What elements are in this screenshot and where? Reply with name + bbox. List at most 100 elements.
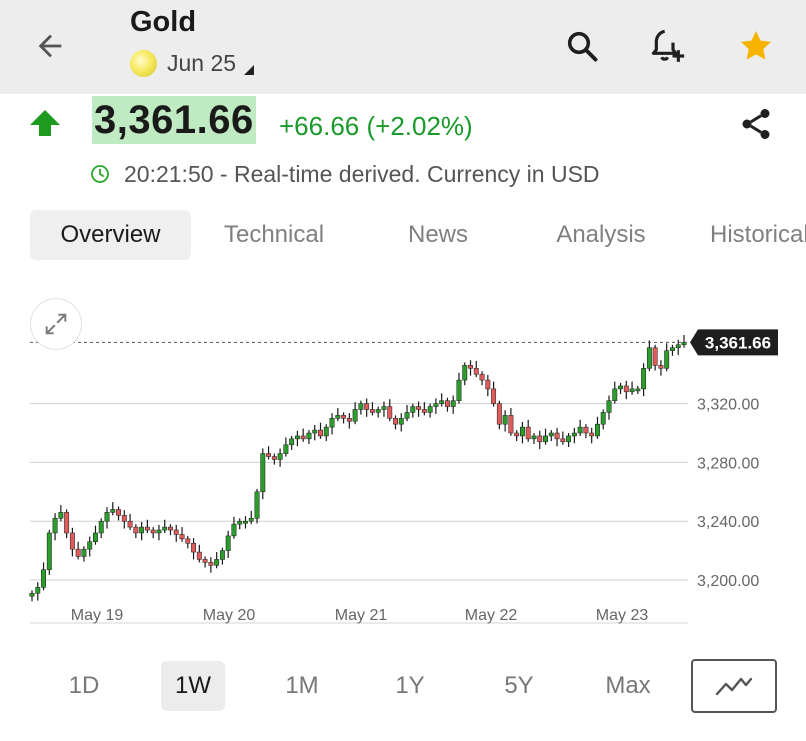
x-tick-label: May 19 (71, 607, 124, 624)
candle-body (93, 532, 98, 543)
last-price: 3,361.66 (92, 96, 256, 144)
candle-body (64, 512, 70, 534)
candle-body (381, 406, 387, 410)
candle-body (329, 418, 335, 428)
candle-body (410, 406, 416, 413)
candle-body (173, 529, 179, 535)
line-chart-icon (715, 677, 753, 696)
candle-body (52, 518, 58, 534)
candle-body (421, 409, 427, 413)
candle-body (87, 541, 93, 550)
range-1w[interactable]: 1W (161, 661, 225, 711)
back-button[interactable] (30, 26, 70, 66)
tab-technical[interactable]: Technical (206, 210, 342, 260)
candle-body (450, 400, 456, 407)
candle-body (58, 512, 64, 519)
candle-body (514, 432, 520, 437)
candle-body (583, 426, 589, 434)
x-tick-label: May 23 (596, 607, 649, 624)
candle-body (508, 415, 514, 434)
instrument-title: Gold (130, 6, 197, 38)
candle-body (179, 534, 185, 540)
candle-body (196, 551, 202, 560)
candle-body (387, 406, 393, 419)
candle-body (543, 435, 548, 443)
watchlist-star-button[interactable] (734, 24, 778, 68)
candle-body (612, 388, 618, 401)
candle-body (346, 418, 352, 422)
candle-body (670, 347, 675, 351)
candle-body (352, 409, 358, 422)
candle-body (525, 426, 531, 440)
tab-overview[interactable]: Overview (30, 210, 191, 260)
tab-historical[interactable]: Historical (710, 210, 806, 260)
candle-body (577, 426, 583, 434)
x-tick-label: May 22 (465, 607, 518, 624)
candle-body (127, 520, 133, 528)
candle-body (150, 529, 156, 534)
contract-selector[interactable]: Jun 25 (130, 48, 255, 78)
candle-body (323, 426, 329, 437)
price-row: 3,361.66 +66.66 (+2.02%) (0, 94, 806, 150)
candle-body (456, 379, 462, 401)
candle-body (271, 456, 277, 460)
gold-coin-icon (130, 49, 157, 77)
candle-body (277, 453, 283, 460)
range-max[interactable]: Max (596, 661, 660, 711)
candle-body (439, 400, 445, 404)
candle-body (243, 520, 248, 524)
x-tick-label: May 20 (203, 607, 256, 624)
candle-body (537, 435, 543, 443)
star-icon (740, 30, 772, 60)
candle-body (254, 491, 260, 519)
share-button[interactable] (734, 102, 778, 146)
chart-type-button[interactable] (691, 659, 777, 713)
candle-body (306, 432, 312, 440)
candle-body (468, 365, 473, 369)
expand-icon (45, 313, 67, 335)
candle-body (191, 543, 197, 553)
range-1y[interactable]: 1Y (378, 661, 442, 711)
up-arrow-icon (30, 110, 60, 136)
expand-chart-button[interactable] (30, 298, 82, 350)
range-1m[interactable]: 1M (270, 661, 334, 711)
candle-body (46, 532, 52, 570)
candle-body (318, 429, 323, 437)
top-app-bar: Gold Jun 25 (0, 0, 806, 94)
candle-body (214, 559, 220, 566)
candle-body (185, 538, 191, 544)
candle-body (433, 403, 439, 407)
price-chart[interactable]: 3,200.00 3,240.00 3,280.00 3,320.00 May 19 Ma… (0, 290, 806, 640)
candle-body (219, 550, 225, 560)
back-arrow-icon (38, 34, 62, 58)
candle-body (110, 509, 116, 513)
tab-analysis[interactable]: Analysis (540, 210, 662, 260)
range-5y[interactable]: 5Y (487, 661, 551, 711)
tab-news[interactable]: News (384, 210, 492, 260)
search-icon (567, 31, 598, 62)
candle-body (393, 418, 398, 425)
candle-body (75, 548, 81, 557)
candle-body (283, 444, 289, 454)
candle-body (133, 526, 139, 534)
candle-body (104, 512, 110, 522)
add-alert-button[interactable] (646, 24, 690, 68)
section-tabs: Overview Technical News Analysis Histori… (0, 208, 806, 262)
candle-body (139, 526, 145, 534)
candle-body (144, 526, 150, 531)
candle-body (641, 368, 647, 390)
candlestick-chart: 3,200.00 3,240.00 3,280.00 3,320.00 May 19 Ma… (29, 329, 778, 624)
range-1d[interactable]: 1D (52, 661, 116, 711)
candle-body (29, 592, 35, 597)
candle-body (502, 415, 508, 425)
candle-body (237, 520, 243, 525)
candle-body (606, 400, 612, 413)
y-tick-label: 3,240.00 (697, 514, 759, 531)
candle-body (571, 432, 577, 437)
candle-body (618, 385, 623, 390)
candle-body (341, 415, 347, 419)
candle-body (485, 379, 491, 390)
candle-body (81, 548, 87, 557)
candle-body (398, 418, 404, 425)
search-button[interactable] (560, 24, 604, 68)
